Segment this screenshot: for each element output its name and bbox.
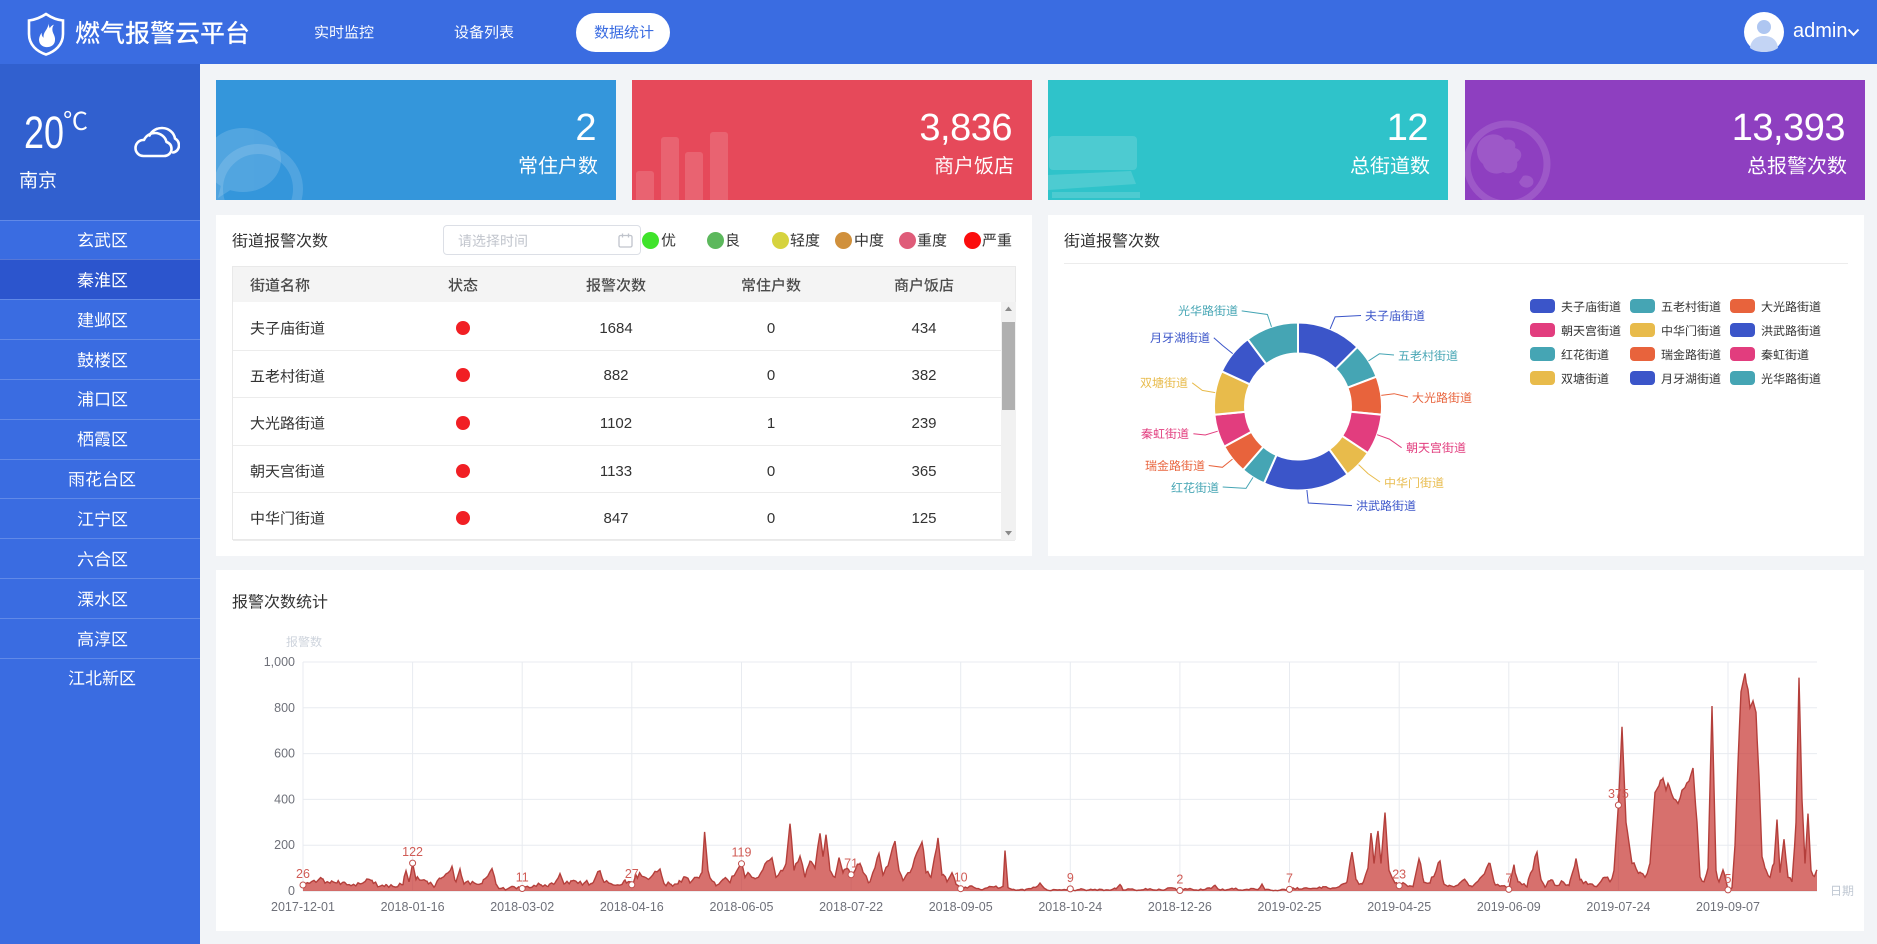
svg-text:2018-06-05: 2018-06-05 — [710, 900, 774, 914]
svg-text:2018-01-16: 2018-01-16 — [381, 900, 445, 914]
svg-text:122: 122 — [402, 845, 423, 859]
svg-text:27: 27 — [625, 867, 639, 881]
svg-text:600: 600 — [274, 747, 295, 761]
svg-text:2019-04-25: 2019-04-25 — [1367, 900, 1431, 914]
svg-text:7: 7 — [1505, 871, 1512, 885]
svg-text:5: 5 — [1725, 872, 1732, 886]
svg-text:11: 11 — [516, 871, 529, 885]
svg-text:0: 0 — [288, 884, 295, 898]
svg-text:2018-09-05: 2018-09-05 — [929, 900, 993, 914]
svg-text:7: 7 — [1286, 871, 1293, 885]
svg-text:2018-10-24: 2018-10-24 — [1038, 900, 1102, 914]
svg-text:2019-06-09: 2019-06-09 — [1477, 900, 1541, 914]
svg-text:2019-02-25: 2019-02-25 — [1258, 900, 1322, 914]
svg-text:10: 10 — [954, 871, 968, 885]
svg-text:2018-07-22: 2018-07-22 — [819, 900, 883, 914]
svg-text:71: 71 — [844, 857, 858, 871]
svg-text:2018-04-16: 2018-04-16 — [600, 900, 664, 914]
svg-text:23: 23 — [1392, 868, 1406, 882]
svg-text:800: 800 — [274, 701, 295, 715]
svg-text:375: 375 — [1608, 787, 1629, 801]
svg-text:1,000: 1,000 — [264, 655, 295, 669]
svg-text:2019-09-07: 2019-09-07 — [1696, 900, 1760, 914]
svg-text:2019-07-24: 2019-07-24 — [1586, 900, 1650, 914]
svg-text:2: 2 — [1176, 873, 1183, 887]
svg-text:200: 200 — [274, 838, 295, 852]
svg-text:26: 26 — [296, 867, 310, 881]
svg-text:400: 400 — [274, 792, 295, 806]
svg-text:119: 119 — [732, 846, 752, 860]
svg-text:9: 9 — [1067, 871, 1074, 885]
svg-text:2018-12-26: 2018-12-26 — [1148, 900, 1212, 914]
svg-text:2018-03-02: 2018-03-02 — [490, 900, 554, 914]
svg-text:2017-12-01: 2017-12-01 — [271, 900, 335, 914]
